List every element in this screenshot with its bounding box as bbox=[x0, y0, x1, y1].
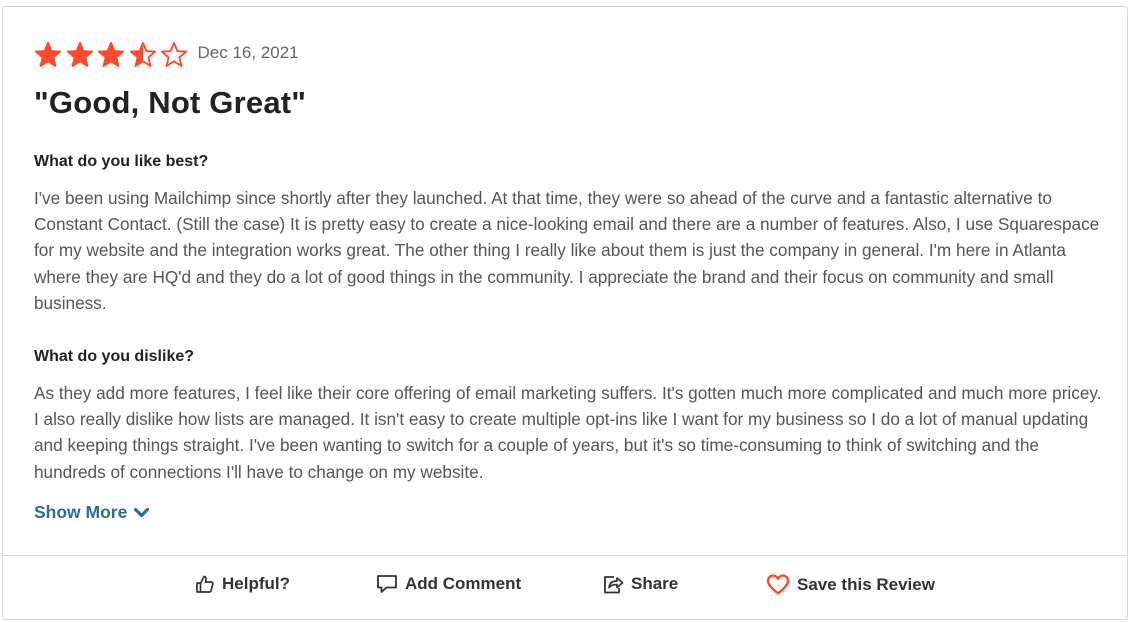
review-date: Dec 16, 2021 bbox=[197, 43, 299, 62]
review-actions: Helpful? Add Comment Share Save this Rev… bbox=[3, 556, 1127, 619]
chevron-down-icon bbox=[134, 507, 150, 517]
show-more-button[interactable]: Show More bbox=[34, 502, 150, 523]
question-dislike: What do you dislike? bbox=[34, 348, 195, 365]
answer-dislike: As they add more features, I feel like t… bbox=[34, 383, 1102, 482]
add-comment-label: Add Comment bbox=[405, 574, 522, 593]
star-full-icon bbox=[34, 41, 62, 67]
save-review-button[interactable]: Save this Review bbox=[766, 574, 935, 595]
show-more-label: Show More bbox=[34, 502, 128, 522]
star-half-icon bbox=[129, 41, 156, 67]
star-empty-icon bbox=[160, 41, 188, 67]
share-label: Share bbox=[631, 574, 679, 593]
thumbs-up-icon bbox=[196, 575, 214, 593]
review-title: "Good, Not Great" bbox=[34, 85, 307, 120]
star-rating bbox=[34, 41, 192, 69]
heart-icon bbox=[766, 574, 790, 595]
rating-row: Dec 16, 2021 bbox=[34, 40, 299, 70]
answer-like-best: I've been using Mailchimp since shortly … bbox=[34, 188, 1100, 313]
helpful-label: Helpful? bbox=[222, 574, 290, 593]
share-button[interactable]: Share bbox=[603, 574, 678, 594]
helpful-button[interactable]: Helpful? bbox=[195, 574, 290, 594]
question-like-best: What do you like best? bbox=[34, 153, 209, 170]
star-full-icon bbox=[97, 41, 125, 67]
save-review-label: Save this Review bbox=[797, 574, 935, 594]
comment-icon bbox=[377, 575, 397, 593]
star-full-icon bbox=[66, 41, 93, 67]
add-comment-button[interactable]: Add Comment bbox=[376, 574, 521, 594]
share-icon bbox=[604, 575, 624, 593]
review-card: Dec 16, 2021 "Good, Not Great" What do y… bbox=[2, 6, 1128, 620]
